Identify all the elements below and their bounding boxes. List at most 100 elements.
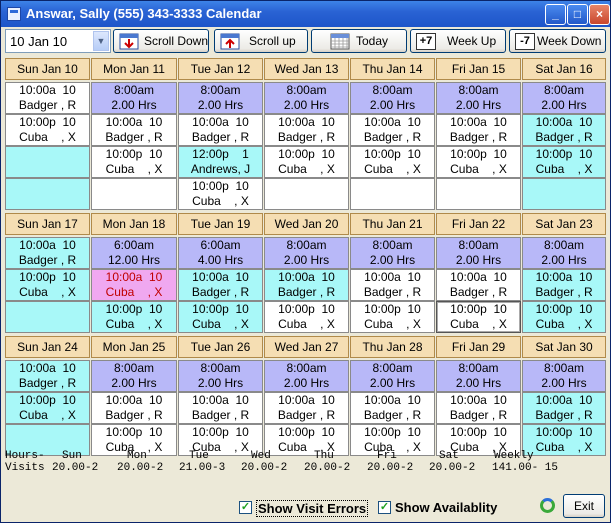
calendar-cell[interactable]: 10:00p 10 Cuba , X: [436, 146, 521, 178]
calendar-cell[interactable]: 10:00a 10 Badger , R: [350, 269, 435, 301]
calendar-cell[interactable]: 6:00am 12.00 Hrs: [91, 237, 177, 269]
day-header[interactable]: Sun Jan 24: [5, 336, 90, 358]
calendar-cell[interactable]: 6:00am 4.00 Hrs: [178, 237, 263, 269]
calendar-cell[interactable]: 10:00p 10 Cuba , X: [178, 301, 263, 333]
calendar-cell[interactable]: [264, 178, 349, 210]
calendar-cell[interactable]: 10:00p 10 Cuba , X: [522, 424, 606, 456]
calendar-cell[interactable]: 10:00a 10 Badger , R: [264, 269, 349, 301]
day-header[interactable]: Wed Jan 13: [264, 58, 349, 80]
calendar-cell[interactable]: 8:00am 2.00 Hrs: [264, 360, 349, 392]
calendar-cell[interactable]: 10:00a 10 Badger , R: [350, 392, 435, 424]
calendar-cell[interactable]: 8:00am 2.00 Hrs: [522, 237, 606, 269]
chevron-down-icon[interactable]: ▼: [93, 31, 109, 51]
calendar-cell[interactable]: [350, 178, 435, 210]
calendar-cell[interactable]: 10:00p 10 Cuba , X: [350, 301, 435, 333]
calendar-cell[interactable]: [91, 178, 177, 210]
calendar-cell[interactable]: 10:00p 10 Cuba , X: [522, 301, 606, 333]
calendar-cell[interactable]: 10:00a 10 Badger , R: [264, 114, 349, 146]
checkbox-checked-icon[interactable]: ✓: [239, 501, 252, 514]
calendar-cell[interactable]: 8:00am 2.00 Hrs: [436, 237, 521, 269]
calendar-cell[interactable]: 8:00am 2.00 Hrs: [264, 82, 349, 114]
calendar-cell[interactable]: [5, 178, 90, 210]
calendar-cell[interactable]: 10:00p 10 Cuba , X: [5, 114, 90, 146]
week-up-button[interactable]: +7 Week Up: [410, 29, 506, 53]
scroll-down-button[interactable]: Scroll Down: [113, 29, 209, 53]
day-header[interactable]: Sat Jan 23: [522, 213, 606, 235]
calendar-cell[interactable]: 10:00a 10 Badger , R: [5, 82, 90, 114]
day-header[interactable]: Tue Jan 12: [178, 58, 263, 80]
calendar-cell[interactable]: 8:00am 2.00 Hrs: [91, 360, 177, 392]
day-header[interactable]: Sun Jan 17: [5, 213, 90, 235]
day-header[interactable]: Mon Jan 25: [91, 336, 177, 358]
date-select[interactable]: 10 Jan 10 ▼: [5, 29, 111, 53]
calendar-cell[interactable]: 8:00am 2.00 Hrs: [436, 360, 521, 392]
calendar-cell[interactable]: 10:00p 10 Cuba , X: [436, 301, 521, 333]
day-header[interactable]: Fri Jan 22: [436, 213, 521, 235]
day-header[interactable]: Mon Jan 18: [91, 213, 177, 235]
today-button[interactable]: Today: [311, 29, 407, 53]
calendar-cell[interactable]: 10:00a 10 Badger , R: [5, 237, 90, 269]
calendar-cell[interactable]: 10:00a 10 Badger , R: [522, 114, 606, 146]
calendar-cell[interactable]: 8:00am 2.00 Hrs: [350, 82, 435, 114]
scroll-up-button[interactable]: Scroll up: [214, 29, 308, 53]
calendar-cell[interactable]: 10:00p 10 Cuba , X: [522, 146, 606, 178]
day-header[interactable]: Fri Jan 15: [436, 58, 521, 80]
week-down-button[interactable]: -7 Week Down: [509, 29, 606, 53]
calendar-cell[interactable]: 8:00am 2.00 Hrs: [91, 82, 177, 114]
calendar-cell[interactable]: [5, 146, 90, 178]
calendar-cell[interactable]: 10:00p 10 Cuba , X: [264, 146, 349, 178]
calendar-cell[interactable]: [522, 178, 606, 210]
calendar-cell[interactable]: 10:00a 10 Badger , R: [522, 269, 606, 301]
calendar-cell[interactable]: 10:00p 10 Cuba , X: [264, 424, 349, 456]
minimize-button[interactable]: _: [545, 4, 566, 25]
calendar-cell[interactable]: 10:00a 10 Badger , R: [178, 114, 263, 146]
day-header[interactable]: Mon Jan 11: [91, 58, 177, 80]
calendar-cell[interactable]: 10:00p 10 Cuba , X: [91, 146, 177, 178]
calendar-cell[interactable]: 10:00p 10 Cuba , X: [91, 301, 177, 333]
calendar-cell[interactable]: 8:00am 2.00 Hrs: [350, 237, 435, 269]
calendar-cell[interactable]: 8:00am 2.00 Hrs: [178, 360, 263, 392]
calendar-cell[interactable]: 8:00am 2.00 Hrs: [178, 82, 263, 114]
calendar-cell[interactable]: [436, 178, 521, 210]
close-button[interactable]: ×: [589, 4, 610, 25]
calendar-cell[interactable]: 10:00a 10 Badger , R: [436, 392, 521, 424]
checkbox-checked-icon[interactable]: ✓: [378, 501, 391, 514]
day-header[interactable]: Wed Jan 27: [264, 336, 349, 358]
title-bar[interactable]: Answar, Sally (555) 343-3333 Calendar _ …: [1, 1, 610, 27]
calendar-cell[interactable]: [5, 301, 90, 333]
day-header[interactable]: Fri Jan 29: [436, 336, 521, 358]
day-header[interactable]: Wed Jan 20: [264, 213, 349, 235]
day-header[interactable]: Thu Jan 28: [350, 336, 435, 358]
day-header[interactable]: Sun Jan 10: [5, 58, 90, 80]
calendar-cell[interactable]: 10:00p 10 Cuba , X: [5, 392, 90, 424]
calendar-cell[interactable]: 8:00am 2.00 Hrs: [350, 360, 435, 392]
calendar-cell[interactable]: 8:00am 2.00 Hrs: [264, 237, 349, 269]
calendar-cell[interactable]: 8:00am 2.00 Hrs: [522, 360, 606, 392]
calendar-cell[interactable]: 10:00a 10 Badger , R: [264, 392, 349, 424]
day-header[interactable]: Tue Jan 26: [178, 336, 263, 358]
calendar-cell[interactable]: 10:00a 10 Badger , R: [522, 392, 606, 424]
calendar-cell[interactable]: 10:00a 10 Badger , R: [436, 114, 521, 146]
calendar-cell[interactable]: 10:00a 10 Badger , R: [178, 269, 263, 301]
maximize-button[interactable]: □: [567, 4, 588, 25]
calendar-cell[interactable]: 10:00a 10 Badger , R: [350, 114, 435, 146]
calendar-cell[interactable]: 8:00am 2.00 Hrs: [522, 82, 606, 114]
calendar-cell[interactable]: 8:00am 2.00 Hrs: [436, 82, 521, 114]
calendar-cell[interactable]: 10:00a 10 Badger , R: [436, 269, 521, 301]
refresh-icon[interactable]: [540, 498, 555, 513]
exit-button[interactable]: Exit: [563, 494, 605, 518]
calendar-cell[interactable]: 10:00p 10 Cuba , X: [350, 146, 435, 178]
calendar-cell[interactable]: 10:00a 10 Badger , R: [91, 392, 177, 424]
day-header[interactable]: Thu Jan 21: [350, 213, 435, 235]
calendar-cell[interactable]: 10:00a 10 Badger , R: [91, 114, 177, 146]
calendar-cell[interactable]: 10:00a 10 Badger , R: [5, 360, 90, 392]
calendar-cell[interactable]: 12:00p 1 Andrews, J: [178, 146, 263, 178]
calendar-cell[interactable]: 10:00p 10 Cuba , X: [178, 178, 263, 210]
calendar-cell[interactable]: 10:00a 10 Badger , R: [178, 392, 263, 424]
day-header[interactable]: Sat Jan 30: [522, 336, 606, 358]
calendar-cell[interactable]: 10:00p 10 Cuba , X: [264, 301, 349, 333]
calendar-cell[interactable]: 10:00a 10 Cuba , X: [91, 269, 177, 301]
day-header[interactable]: Sat Jan 16: [522, 58, 606, 80]
calendar-cell[interactable]: 10:00p 10 Cuba , X: [5, 269, 90, 301]
day-header[interactable]: Tue Jan 19: [178, 213, 263, 235]
